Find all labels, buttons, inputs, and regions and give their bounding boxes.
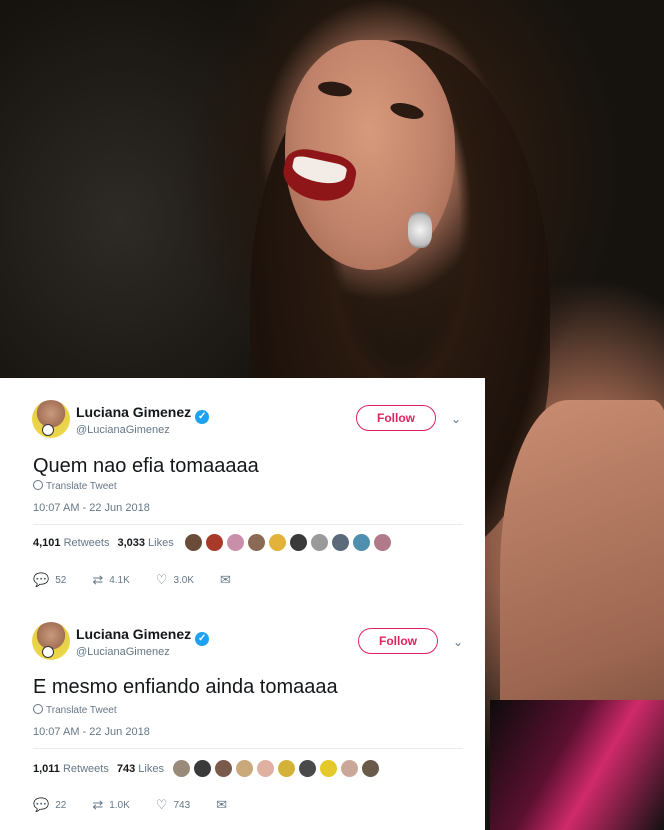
liker-avatar[interactable] bbox=[362, 760, 379, 777]
follow-button[interactable]: Follow bbox=[356, 405, 436, 431]
engagement-stats[interactable]: 1,011 Retweets 743 Likes bbox=[33, 763, 164, 775]
handle[interactable]: @LucianaGimenez bbox=[76, 424, 170, 436]
liker-avatar[interactable] bbox=[194, 760, 211, 777]
engagement-stats[interactable]: 4,101 Retweets 3,033 Likes bbox=[33, 537, 174, 549]
follow-button[interactable]: Follow bbox=[358, 628, 438, 654]
reply-button[interactable]: 💬 22 bbox=[33, 797, 66, 813]
chevron-down-icon[interactable]: ⌄ bbox=[451, 412, 461, 426]
chevron-down-icon[interactable]: ⌄ bbox=[453, 635, 463, 649]
likes-label[interactable]: Likes bbox=[138, 763, 164, 775]
retweet-button[interactable]: ⇄ 4.1K bbox=[92, 572, 129, 588]
retweets-label[interactable]: Retweets bbox=[63, 763, 109, 775]
display-name-text[interactable]: Luciana Gimenez bbox=[76, 404, 191, 420]
timestamp[interactable]: 10:07 AM - 22 Jun 2018 bbox=[33, 502, 150, 514]
reply-count: 22 bbox=[55, 799, 67, 811]
tweet-card: Luciana Gimenez ✓ @LucianaGimenez Follow … bbox=[0, 608, 485, 830]
tweet-actions: 💬 52 ⇄ 4.1K ♡ 3.0K ✉ bbox=[33, 572, 263, 588]
like-icon: ♡ bbox=[155, 797, 168, 812]
like-button[interactable]: ♡ 3.0K bbox=[156, 572, 194, 588]
translate-label[interactable]: Translate Tweet bbox=[46, 481, 117, 492]
avatar[interactable] bbox=[32, 400, 70, 438]
likes-label[interactable]: Likes bbox=[148, 537, 174, 549]
like-icon: ♡ bbox=[155, 572, 168, 587]
liker-avatar[interactable] bbox=[332, 534, 349, 551]
liker-avatar[interactable] bbox=[236, 760, 253, 777]
liker-avatar[interactable] bbox=[341, 760, 358, 777]
retweet-button[interactable]: ⇄ 1.0K bbox=[92, 797, 129, 813]
like-count: 743 bbox=[173, 799, 191, 811]
globe-icon bbox=[33, 704, 43, 714]
liker-avatar[interactable] bbox=[227, 534, 244, 551]
divider bbox=[33, 524, 463, 525]
translate-tweet-link[interactable]: Translate Tweet bbox=[33, 480, 117, 492]
retweets-label[interactable]: Retweets bbox=[64, 537, 110, 549]
retweet-icon: ⇄ bbox=[92, 572, 104, 587]
liker-avatar[interactable] bbox=[374, 534, 391, 551]
tweet-actions: 💬 22 ⇄ 1.0K ♡ 743 ✉ bbox=[33, 797, 259, 813]
verified-icon: ✓ bbox=[195, 410, 210, 424]
message-icon: ✉ bbox=[220, 572, 231, 587]
globe-icon bbox=[33, 480, 43, 490]
message-icon: ✉ bbox=[216, 797, 228, 812]
liker-avatar[interactable] bbox=[278, 760, 295, 777]
reply-icon: 💬 bbox=[33, 572, 50, 587]
like-button[interactable]: ♡ 743 bbox=[156, 797, 190, 813]
tweet-text: Quem nao efia tomaaaaa bbox=[33, 455, 259, 477]
liker-avatar[interactable] bbox=[248, 534, 265, 551]
photo-dress bbox=[490, 700, 664, 830]
liker-avatar[interactable] bbox=[299, 760, 316, 777]
likes-count[interactable]: 743 bbox=[117, 763, 135, 775]
tweet-text: E mesmo enfiando ainda tomaaaa bbox=[33, 676, 338, 698]
liker-avatar[interactable] bbox=[206, 534, 223, 551]
retweet-count: 4.1K bbox=[109, 574, 130, 586]
translate-label[interactable]: Translate Tweet bbox=[46, 705, 117, 716]
liker-avatar[interactable] bbox=[311, 534, 328, 551]
avatar[interactable] bbox=[32, 622, 70, 660]
divider bbox=[33, 748, 463, 749]
display-name[interactable]: Luciana Gimenez ✓ bbox=[76, 626, 210, 646]
retweet-icon: ⇄ bbox=[92, 797, 104, 812]
liker-avatar[interactable] bbox=[257, 760, 274, 777]
liker-avatar[interactable] bbox=[185, 534, 202, 551]
like-count: 3.0K bbox=[173, 574, 195, 586]
retweets-count[interactable]: 1,011 bbox=[33, 763, 60, 775]
retweets-count[interactable]: 4,101 bbox=[33, 537, 61, 549]
liker-avatar[interactable] bbox=[353, 534, 370, 551]
handle[interactable]: @LucianaGimenez bbox=[76, 646, 170, 658]
message-button[interactable]: ✉ bbox=[216, 797, 233, 813]
likes-count[interactable]: 3,033 bbox=[117, 537, 145, 549]
verified-icon: ✓ bbox=[195, 632, 210, 646]
display-name-text[interactable]: Luciana Gimenez bbox=[76, 626, 191, 642]
display-name[interactable]: Luciana Gimenez ✓ bbox=[76, 404, 210, 424]
message-button[interactable]: ✉ bbox=[220, 572, 237, 588]
reply-icon: 💬 bbox=[33, 797, 50, 812]
likers-avatars[interactable] bbox=[185, 534, 391, 551]
tweet-card: Luciana Gimenez ✓ @LucianaGimenez Follow … bbox=[0, 378, 485, 608]
photo-earring bbox=[408, 212, 432, 248]
likers-avatars[interactable] bbox=[173, 760, 379, 777]
retweet-count: 1.0K bbox=[109, 799, 130, 811]
timestamp[interactable]: 10:07 AM - 22 Jun 2018 bbox=[33, 726, 150, 738]
translate-tweet-link[interactable]: Translate Tweet bbox=[33, 704, 117, 716]
reply-button[interactable]: 💬 52 bbox=[33, 572, 66, 588]
reply-count: 52 bbox=[55, 574, 67, 586]
liker-avatar[interactable] bbox=[320, 760, 337, 777]
liker-avatar[interactable] bbox=[173, 760, 190, 777]
liker-avatar[interactable] bbox=[215, 760, 232, 777]
liker-avatar[interactable] bbox=[269, 534, 286, 551]
liker-avatar[interactable] bbox=[290, 534, 307, 551]
